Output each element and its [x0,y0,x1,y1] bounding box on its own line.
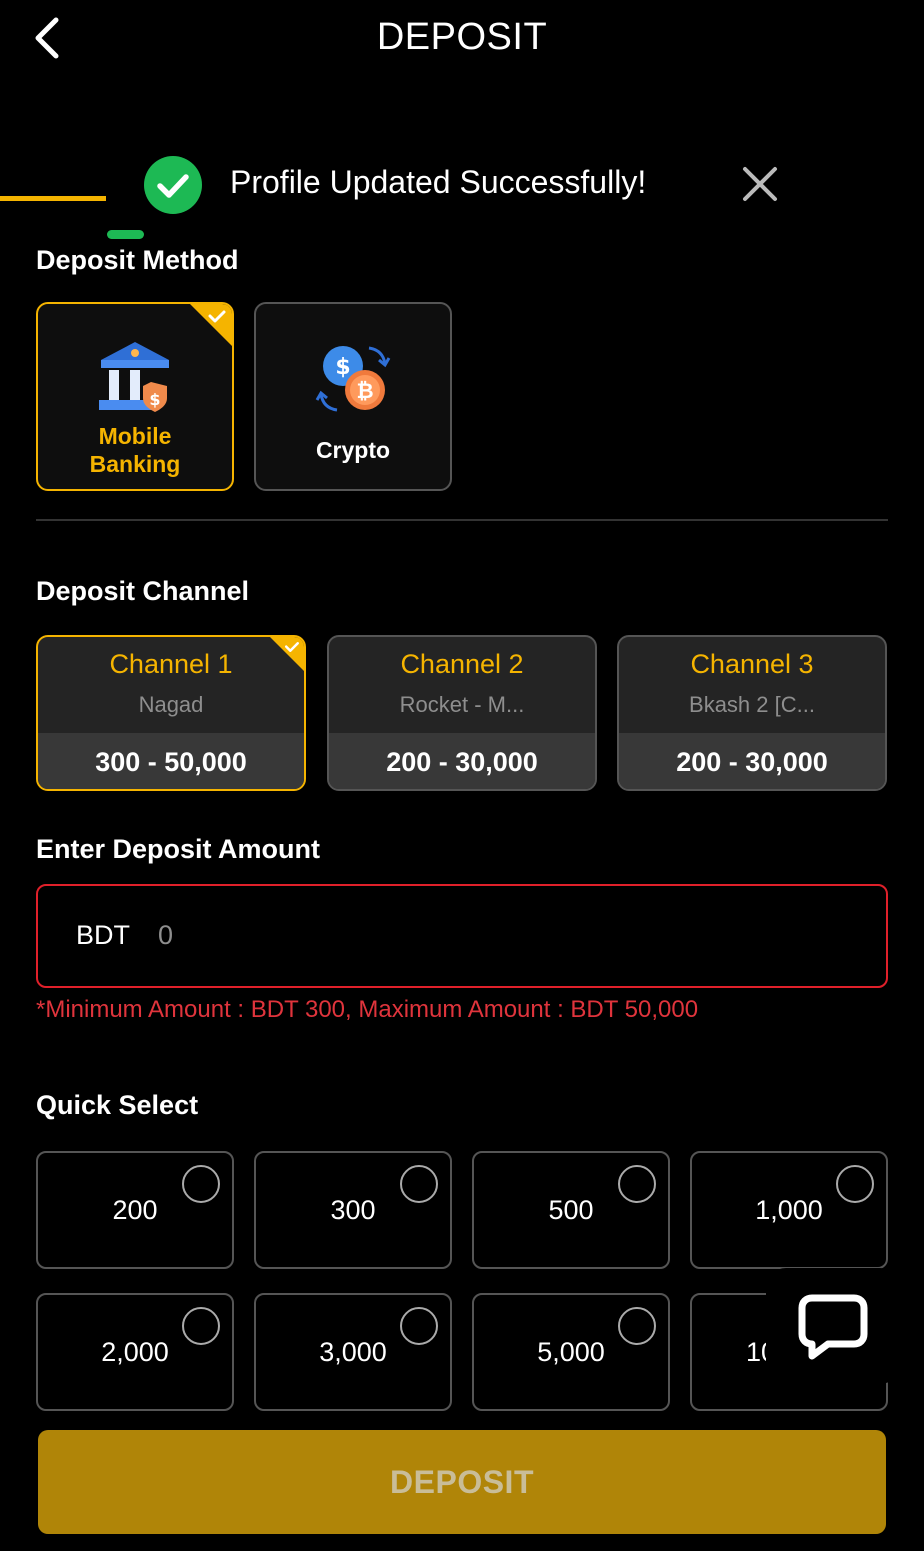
svg-text:$: $ [149,390,160,409]
live-chat-button[interactable] [766,1268,900,1384]
method-label: Crypto [315,437,391,463]
channel-provider: Rocket - M... [399,692,525,717]
radio-icon [400,1307,438,1345]
radio-icon [836,1165,874,1203]
channel-option-2[interactable]: Channel 2 Rocket - M... 200 - 30,000 [327,635,597,791]
toast-progress-bar [107,230,144,239]
deposit-channel-label: Deposit Channel [36,576,250,606]
quick-select-option[interactable]: 3,000 [254,1293,452,1411]
radio-icon [618,1307,656,1345]
channel-name: Channel 1 [109,649,233,679]
quick-select-option[interactable]: 300 [254,1151,452,1269]
currency-label: BDT [76,920,130,950]
deposit-amount-input[interactable]: BDT 0 [36,884,888,988]
channel-name: Channel 2 [400,649,524,679]
selected-check-icon [270,637,304,671]
channel-range: 300 - 50,000 [38,733,304,789]
quick-select-option[interactable]: 5,000 [472,1293,670,1411]
radio-icon [400,1165,438,1203]
selected-check-icon [190,304,232,346]
deposit-method-label: Deposit Method [36,245,239,275]
method-option-mobile-banking[interactable]: $ Mobile Banking [36,302,234,491]
bank-icon: $ [99,342,169,412]
channel-option-1[interactable]: Channel 1 Nagad 300 - 50,000 [36,635,306,791]
svg-text:$: $ [335,355,350,380]
page-title: DEPOSIT [376,16,548,58]
section-divider [36,519,888,521]
quick-select-option[interactable]: 2,000 [36,1293,234,1411]
close-icon [743,167,777,201]
chat-bubble-icon [798,1294,868,1360]
method-option-crypto[interactable]: $ ₿ Crypto [254,302,452,491]
amount-limit-hint: *Minimum Amount : BDT 300, Maximum Amoun… [36,996,699,1023]
method-label-line2: Banking [89,451,181,477]
svg-text:₿: ₿ [356,379,373,403]
channel-provider: Nagad [138,692,204,717]
channel-name: Channel 3 [690,649,814,679]
quick-select-option[interactable]: 1,000 [690,1151,888,1269]
radio-icon [182,1307,220,1345]
amount-value: 0 [158,920,174,950]
channel-range: 200 - 30,000 [619,733,885,789]
toast-notification: Profile Updated Successfully! [140,150,790,220]
tab-indicator [0,196,106,201]
method-label-line1: Mobile [98,423,172,449]
channel-range: 200 - 30,000 [329,733,595,789]
quick-select-label: Quick Select [36,1090,199,1120]
toast-close-button[interactable] [740,164,780,204]
channel-option-3[interactable]: Channel 3 Bkash 2 [C... 200 - 30,000 [617,635,887,791]
channel-provider: Bkash 2 [C... [689,692,815,717]
header: DEPOSIT [0,0,924,78]
toast-message: Profile Updated Successfully! [230,164,647,200]
quick-select-option[interactable]: 500 [472,1151,670,1269]
radio-icon [618,1165,656,1203]
radio-icon [182,1165,220,1203]
quick-select-option[interactable]: 200 [36,1151,234,1269]
deposit-submit-button[interactable]: DEPOSIT [38,1430,886,1534]
crypto-exchange-icon: $ ₿ [315,346,391,412]
deposit-amount-label: Enter Deposit Amount [36,834,321,864]
check-circle-icon [144,156,202,214]
